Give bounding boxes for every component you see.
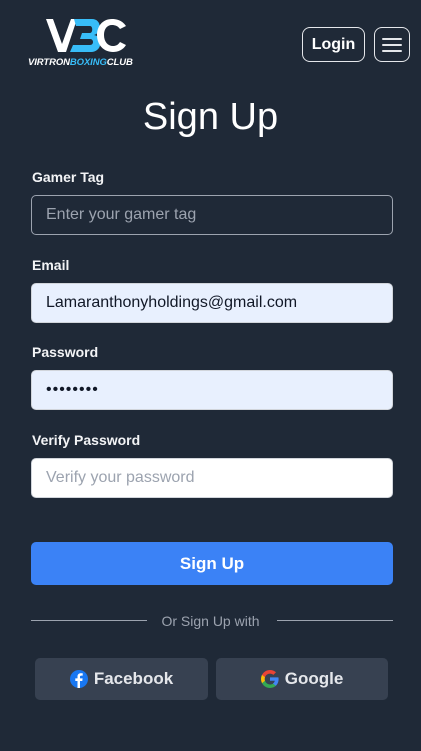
sign-up-button[interactable]: Sign Up <box>31 542 393 585</box>
password-label: Password <box>32 344 99 360</box>
logo-mark <box>46 19 126 52</box>
google-label: Google <box>284 669 344 688</box>
login-button[interactable]: Login <box>302 27 365 62</box>
google-button[interactable]: Google <box>216 658 388 700</box>
gamer-tag-input[interactable]: Enter your gamer tag <box>31 195 393 235</box>
page-title: Sign Up <box>142 96 279 138</box>
divider-right <box>277 620 393 621</box>
email-input[interactable]: Lamaranthonyholdings@gmail.com <box>31 283 393 323</box>
facebook-icon <box>69 670 88 688</box>
logo-wordmark: VIRTRONBOXINGCLUB <box>28 57 133 68</box>
google-icon <box>260 670 279 688</box>
header: VIRTRONBOXINGCLUB Login <box>0 0 421 90</box>
email-label: Email <box>32 257 70 273</box>
gamer-tag-label: Gamer Tag <box>32 169 105 185</box>
verify-password-input[interactable]: Verify your password <box>31 458 393 498</box>
facebook-button[interactable]: Facebook <box>35 658 208 700</box>
logo[interactable]: VIRTRONBOXINGCLUB <box>26 16 146 72</box>
verify-password-label: Verify Password <box>32 432 141 448</box>
menu-button[interactable] <box>374 27 410 62</box>
hamburger-menu-icon <box>382 37 402 52</box>
facebook-label: Facebook <box>93 669 174 688</box>
password-input[interactable]: •••••••• <box>31 370 393 410</box>
divider-text: Or Sign Up with <box>161 613 260 629</box>
